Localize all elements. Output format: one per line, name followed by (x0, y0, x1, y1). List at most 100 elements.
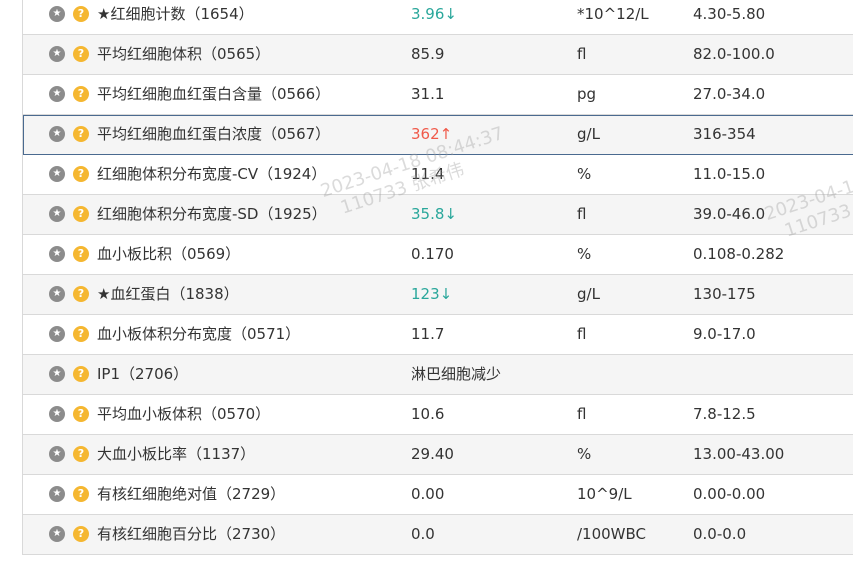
star-icon[interactable]: ★ (49, 166, 65, 182)
reference-range: 9.0-17.0 (693, 325, 756, 343)
table-row[interactable]: ★? 平均血小板体积（0570） 10.6 fl 7.8-12.5 (23, 395, 853, 435)
question-icon[interactable]: ? (73, 526, 89, 542)
star-icon[interactable]: ★ (49, 86, 65, 102)
star-icon[interactable]: ★ (49, 6, 65, 22)
question-icon[interactable]: ? (73, 366, 89, 382)
test-result: 淋巴细胞减少 (411, 365, 502, 383)
test-result: 0.00 (411, 485, 445, 503)
reference-range: 0.0-0.0 (693, 525, 747, 543)
test-unit: g/L (577, 125, 600, 143)
reference-range: 82.0-100.0 (693, 45, 775, 63)
test-name: 有核红细胞百分比（2730） (97, 525, 286, 543)
star-icon[interactable]: ★ (49, 406, 65, 422)
question-icon[interactable]: ? (73, 86, 89, 102)
test-name: 有核红细胞绝对值（2729） (97, 485, 286, 503)
table-row[interactable]: ★? ★红细胞计数（1654） 3.96↓ *10^12/L 4.30-5.80 (23, 0, 853, 35)
reference-range: 13.00-43.00 (693, 445, 785, 463)
test-unit: g/L (577, 285, 600, 303)
test-result: 0.170 (411, 245, 454, 263)
question-icon[interactable]: ? (73, 326, 89, 342)
star-icon[interactable]: ★ (49, 366, 65, 382)
reference-range: 130-175 (693, 285, 756, 303)
question-icon[interactable]: ? (73, 246, 89, 262)
question-icon[interactable]: ? (73, 286, 89, 302)
star-icon[interactable]: ★ (49, 486, 65, 502)
table-row[interactable]: ★? 血小板体积分布宽度（0571） 11.7 fl 9.0-17.0 (23, 315, 853, 355)
question-icon[interactable]: ? (73, 486, 89, 502)
star-icon[interactable]: ★ (49, 286, 65, 302)
test-name: 红细胞体积分布宽度-SD（1925） (97, 205, 327, 223)
test-result: 11.4 (411, 165, 445, 183)
test-result: 362↑ (411, 125, 453, 143)
test-name: 大血小板比率（1137） (97, 445, 256, 463)
test-name: 平均红细胞体积（0565） (97, 45, 271, 63)
test-unit: % (577, 245, 592, 263)
row-icons: ★? (49, 435, 94, 474)
star-icon[interactable]: ★ (49, 46, 65, 62)
table-row[interactable]: ★? 平均红细胞体积（0565） 85.9 fl 82.0-100.0 (23, 35, 853, 75)
table-row[interactable]: ★? ★血红蛋白（1838） 123↓ g/L 130-175 (23, 275, 853, 315)
question-icon[interactable]: ? (73, 126, 89, 142)
lab-results-table: ★? ★红细胞计数（1654） 3.96↓ *10^12/L 4.30-5.80 ★? 平均… (22, 0, 853, 555)
table-row[interactable]: ★? 红细胞体积分布宽度-CV（1924） 11.4% 11.0-15.0 (23, 155, 853, 195)
test-unit: % (577, 445, 592, 463)
star-icon[interactable]: ★ (49, 326, 65, 342)
question-icon[interactable]: ? (73, 6, 89, 22)
question-icon[interactable]: ? (73, 446, 89, 462)
table-row[interactable]: ★? 血小板比积（0569） 0.170% 0.108-0.282 (23, 235, 853, 275)
row-icons: ★? (49, 475, 94, 514)
table-row[interactable]: ★? 平均红细胞血红蛋白浓度（0567） 362↑ g/L 316-354 (23, 115, 853, 155)
test-result: 29.40 (411, 445, 454, 463)
star-icon[interactable]: ★ (49, 206, 65, 222)
test-result: 31.1 (411, 85, 445, 103)
table-row[interactable]: ★? 有核红细胞百分比（2730） 0.0/100WBC 0.0-0.0 (23, 515, 853, 555)
test-result: 3.96↓ (411, 5, 457, 23)
question-icon[interactable]: ? (73, 206, 89, 222)
test-result: 35.8↓ (411, 205, 457, 223)
reference-range: 7.8-12.5 (693, 405, 756, 423)
row-icons: ★? (49, 355, 94, 394)
row-icons: ★? (49, 0, 94, 34)
reference-range: 0.108-0.282 (693, 245, 785, 263)
test-name: IP1（2706） (97, 365, 189, 383)
star-icon[interactable]: ★ (49, 126, 65, 142)
table-row[interactable]: ★? 平均红细胞血红蛋白含量（0566） 31.1 pg 27.0-34.0 (23, 75, 853, 115)
star-icon[interactable]: ★ (49, 446, 65, 462)
row-icons: ★? (49, 115, 94, 154)
row-icons: ★? (49, 155, 94, 194)
reference-range: 39.0-46.0 (693, 205, 766, 223)
row-icons: ★? (49, 275, 94, 314)
row-icons: ★? (49, 515, 94, 554)
test-unit: fl (577, 205, 587, 223)
reference-range: 4.30-5.80 (693, 5, 766, 23)
table-row[interactable]: ★? 有核红细胞绝对值（2729） 0.00 10^9/L 0.00-0.00 (23, 475, 853, 515)
row-icons: ★? (49, 315, 94, 354)
table-row[interactable]: ★? 红细胞体积分布宽度-SD（1925） 35.8↓ fl 39.0-46.0 (23, 195, 853, 235)
test-unit: pg (577, 85, 597, 103)
test-name: 平均血小板体积（0570） (97, 405, 271, 423)
star-icon[interactable]: ★ (49, 246, 65, 262)
table-row[interactable]: ★? 大血小板比率（1137） 29.40% 13.00-43.00 (23, 435, 853, 475)
test-unit: *10^12/L (577, 5, 649, 23)
question-icon[interactable]: ? (73, 166, 89, 182)
test-name: ★红细胞计数（1654） (97, 5, 254, 23)
test-name: 红细胞体积分布宽度-CV（1924） (97, 165, 327, 183)
test-result: 11.7 (411, 325, 445, 343)
question-icon[interactable]: ? (73, 46, 89, 62)
question-icon[interactable]: ? (73, 406, 89, 422)
test-unit: 10^9/L (577, 485, 632, 503)
row-icons: ★? (49, 75, 94, 114)
test-result: 10.6 (411, 405, 445, 423)
row-icons: ★? (49, 195, 94, 234)
row-icons: ★? (49, 235, 94, 274)
row-icons: ★? (49, 395, 94, 434)
test-unit: fl (577, 405, 587, 423)
test-name: 平均红细胞血红蛋白浓度（0567） (97, 125, 331, 143)
test-result: 85.9 (411, 45, 445, 63)
test-result: 123↓ (411, 285, 453, 303)
table-row[interactable]: ★? IP1（2706） 淋巴细胞减少 (23, 355, 853, 395)
test-unit: % (577, 165, 592, 183)
row-icons: ★? (49, 35, 94, 74)
test-name: 平均红细胞血红蛋白含量（0566） (97, 85, 331, 103)
star-icon[interactable]: ★ (49, 526, 65, 542)
